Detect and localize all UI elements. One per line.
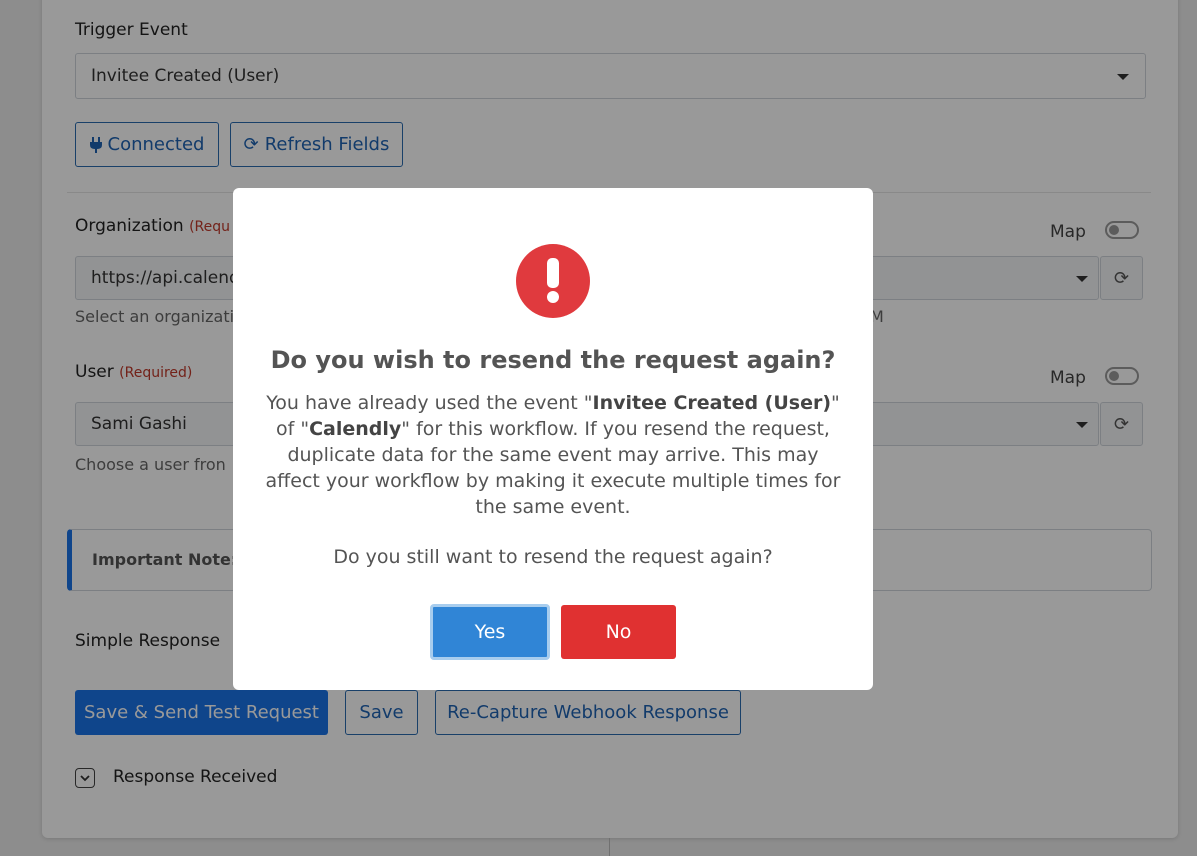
dialog-question: Do you still want to resend the request … xyxy=(333,546,773,568)
dialog-message-part: You have already used the event " xyxy=(266,392,593,414)
dialog-event-name: Invitee Created (User) xyxy=(592,392,832,414)
dialog-app-name: Calendly xyxy=(309,418,402,440)
yes-button[interactable]: Yes xyxy=(430,604,550,660)
dialog-message: You have already used the event "Invitee… xyxy=(263,390,843,520)
warning-icon xyxy=(516,244,590,318)
no-button[interactable]: No xyxy=(561,605,676,659)
exclamation-icon xyxy=(547,258,559,303)
dialog-title: Do you wish to resend the request again? xyxy=(270,346,836,374)
confirm-dialog: Do you wish to resend the request again?… xyxy=(233,188,873,690)
